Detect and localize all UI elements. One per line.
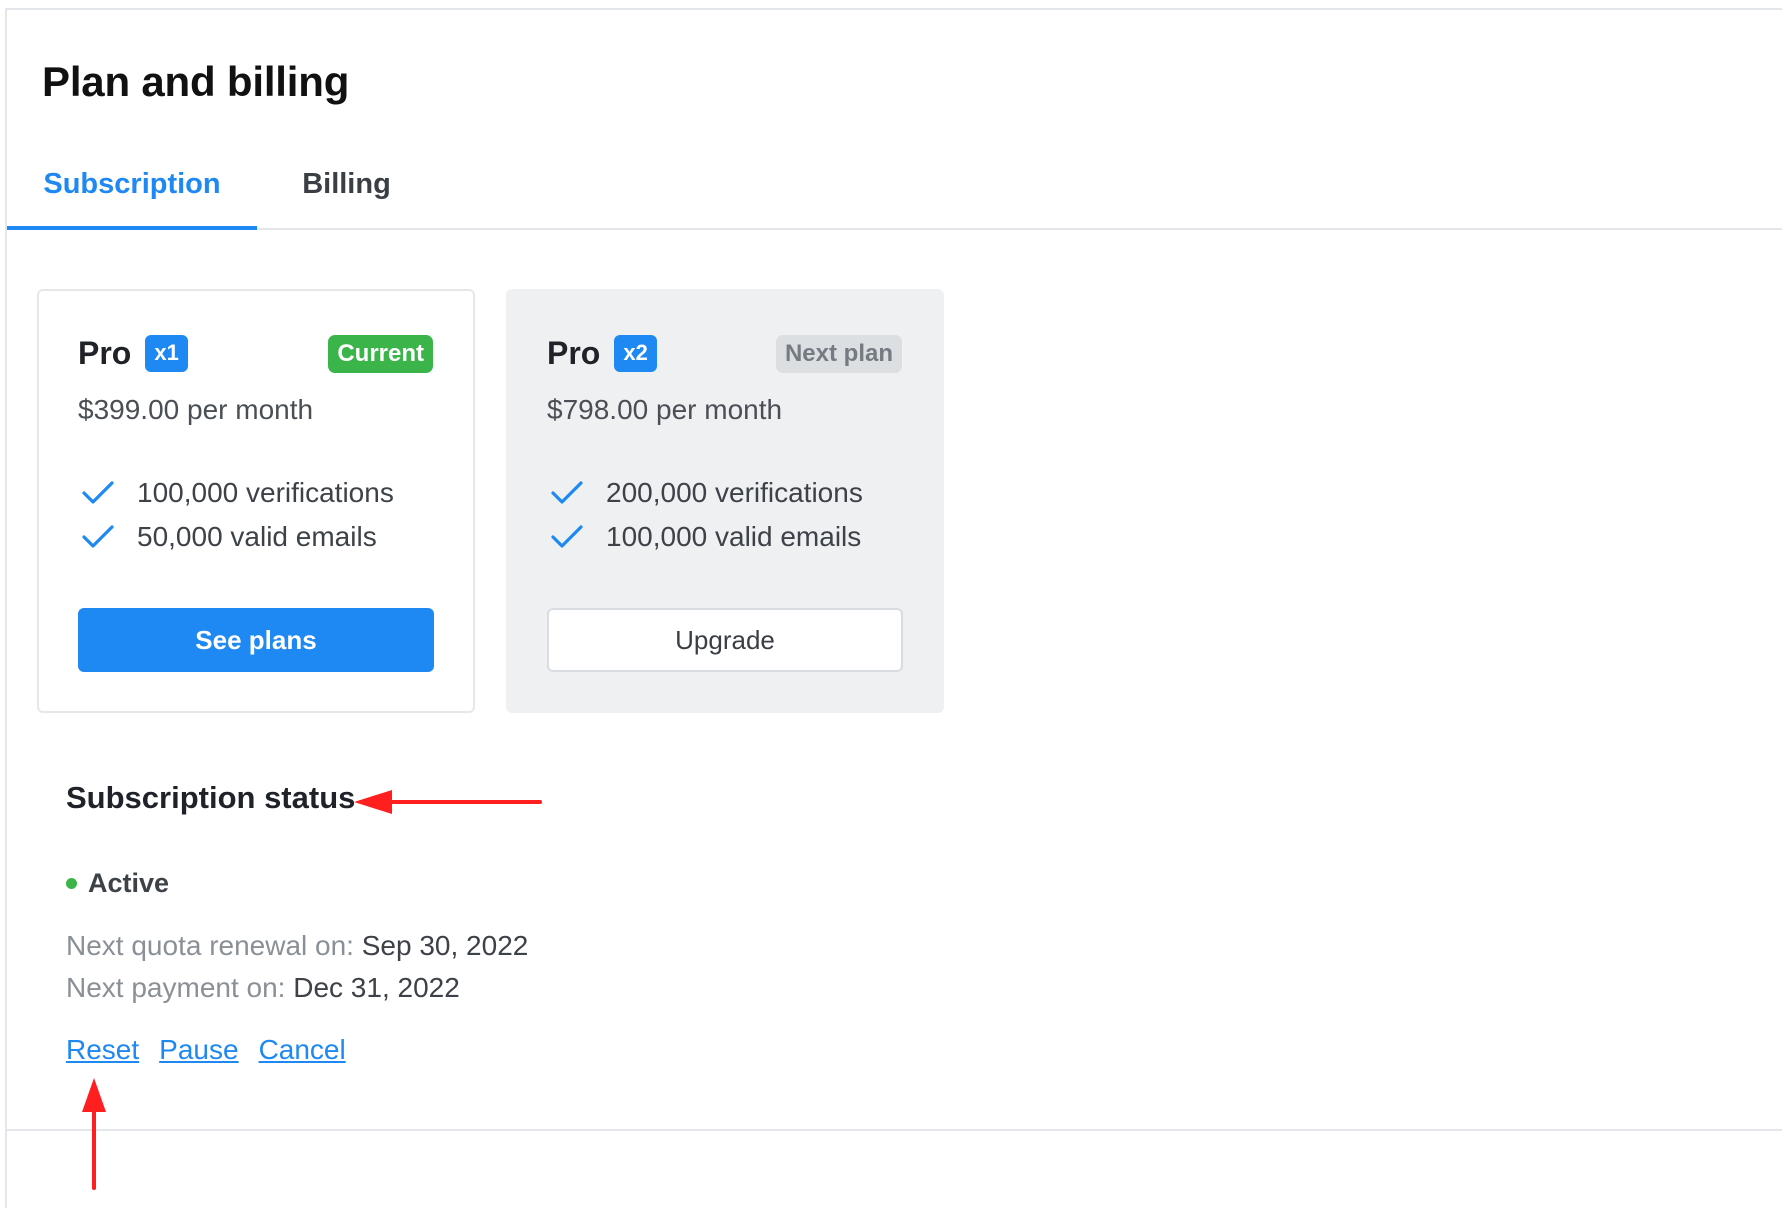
next-plan-badge: Next plan <box>775 335 902 373</box>
plan-multiplier-badge: x1 <box>145 335 188 372</box>
plan-price: $399.00 per month <box>78 394 314 425</box>
check-icon <box>82 525 114 548</box>
check-icon <box>551 525 583 548</box>
next-payment-label: Next payment on: <box>66 972 286 1003</box>
tab-bar: Subscription Billing <box>7 140 1782 230</box>
reset-link[interactable]: Reset <box>66 1034 139 1066</box>
plan-price: $798.00 per month <box>547 394 783 425</box>
plan-feature-label: 200,000 verifications <box>606 477 863 508</box>
quota-renewal-row: Next quota renewal on: Sep 30, 2022 <box>66 930 528 962</box>
subscription-status-heading: Subscription status <box>66 780 356 815</box>
cancel-link[interactable]: Cancel <box>259 1034 346 1066</box>
plan-features-list: 100,000 verifications 50,000 valid email… <box>81 471 394 559</box>
status-dot-icon <box>66 878 77 889</box>
plan-features-list: 200,000 verifications 100,000 valid emai… <box>550 471 863 559</box>
current-plan-card: Pro x1 Current $399.00 per month 100,000… <box>37 289 475 713</box>
section-divider <box>7 1129 1782 1131</box>
pause-link[interactable]: Pause <box>159 1034 238 1066</box>
next-plan-card: Pro x2 Next plan $798.00 per month 200,0… <box>506 289 944 713</box>
plan-header: Pro x1 <box>78 335 188 372</box>
next-payment-row: Next payment on: Dec 31, 2022 <box>66 972 460 1004</box>
plan-feature: 100,000 valid emails <box>550 515 863 559</box>
status-label: Active <box>88 868 170 898</box>
check-icon <box>82 481 114 504</box>
plan-feature: 100,000 verifications <box>81 471 394 515</box>
plan-feature: 50,000 valid emails <box>81 515 394 559</box>
check-icon <box>551 481 583 504</box>
status-indicator: Active <box>66 868 169 899</box>
quota-renewal-date: Sep 30, 2022 <box>361 930 529 961</box>
plan-feature-label: 50,000 valid emails <box>137 521 377 552</box>
plan-name: Pro <box>547 335 601 371</box>
tab-billing[interactable]: Billing <box>269 140 424 228</box>
subscription-actions: Reset Pause Cancel <box>66 1034 366 1066</box>
plan-name: Pro <box>78 335 132 371</box>
plan-feature-label: 100,000 verifications <box>137 477 394 508</box>
upgrade-button[interactable]: Upgrade <box>547 608 903 672</box>
see-plans-button[interactable]: See plans <box>78 608 434 672</box>
next-payment-date: Dec 31, 2022 <box>293 972 460 1003</box>
plan-feature-label: 100,000 valid emails <box>606 521 862 552</box>
plan-feature: 200,000 verifications <box>550 471 863 515</box>
plan-multiplier-badge: x2 <box>614 335 657 372</box>
tab-subscription[interactable]: Subscription <box>7 140 257 230</box>
page-title: Plan and billing <box>42 58 350 105</box>
current-plan-badge: Current <box>328 335 433 373</box>
plan-header: Pro x2 <box>547 335 657 372</box>
quota-renewal-label: Next quota renewal on: <box>66 930 354 961</box>
